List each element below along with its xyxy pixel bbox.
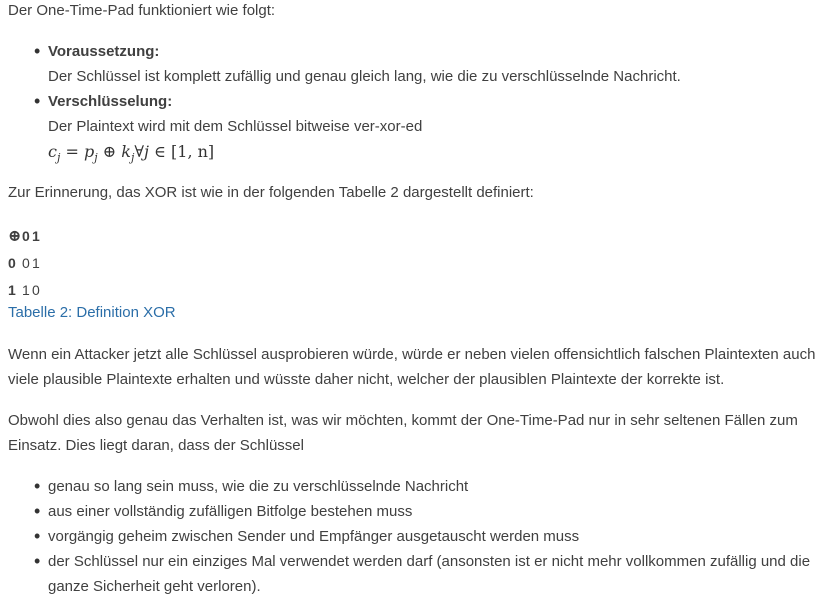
term-label: Verschlüsselung:: [48, 93, 173, 110]
table-cell: 1: [32, 254, 41, 271]
reminder-paragraph: Zur Erinnerung, das XOR ist wie in der f…: [8, 184, 534, 201]
list-item-text: vorgängig geheim zwischen Sender und Emp…: [48, 528, 580, 545]
usage-paragraph: Obwohl dies also genau das Verhalten ist…: [8, 412, 798, 454]
requirements-list: • Voraussetzung: Der Schlüssel ist kompl…: [8, 39, 826, 170]
list-item: • Verschlüsselung: Der Plaintext wird mi…: [8, 89, 826, 170]
bullet-icon: •: [34, 91, 41, 111]
attack-paragraph: Wenn ein Attacker jetzt alle Schlüssel a…: [8, 346, 816, 388]
term-description: Der Plaintext wird mit dem Schlüssel bit…: [48, 118, 423, 135]
list-item: • genau so lang sein muss, wie die zu ve…: [8, 474, 826, 499]
xor-table: ⊕ 0 1 0 0 1 1 1 0: [8, 222, 42, 303]
bullet-icon: •: [34, 501, 41, 521]
intro-paragraph: Der One-Time-Pad funktioniert wie folgt:: [8, 2, 276, 19]
list-item: • Voraussetzung: Der Schlüssel ist kompl…: [8, 39, 826, 89]
key-conditions-list: • genau so lang sein muss, wie die zu ve…: [8, 474, 826, 599]
list-item-text: aus einer vollständig zufälligen Bitfolg…: [48, 503, 413, 520]
table-header-cell: 0: [22, 227, 31, 244]
table-header-row: ⊕ 0 1: [8, 222, 42, 249]
table-row: 1 1 0: [8, 276, 42, 303]
table-row: 0 0 1: [8, 249, 42, 276]
list-item: • der Schlüssel nur ein einziges Mal ver…: [8, 549, 826, 599]
row-label-cell: 1: [8, 281, 16, 298]
bullet-icon: •: [34, 41, 41, 61]
term-description: Der Schlüssel ist komplett zufällig und …: [48, 68, 681, 85]
row-label-cell: 0: [8, 254, 16, 271]
term-label: Voraussetzung:: [48, 43, 160, 60]
list-item: • aus einer vollständig zufälligen Bitfo…: [8, 499, 826, 524]
list-item: • vorgängig geheim zwischen Sender und E…: [8, 524, 826, 549]
table-cell: 0: [32, 281, 41, 298]
table-header-cell: 1: [32, 227, 41, 244]
bullet-icon: •: [34, 551, 41, 571]
bullet-icon: •: [34, 526, 41, 546]
xor-operator-cell: ⊕: [8, 226, 22, 245]
table-cell: 1: [22, 281, 31, 298]
table-caption: Tabelle 2: Definition XOR: [8, 304, 176, 321]
bullet-icon: •: [34, 476, 41, 496]
table-cell: 0: [22, 254, 31, 271]
list-item-text: der Schlüssel nur ein einziges Mal verwe…: [48, 553, 811, 595]
list-item-text: genau so lang sein muss, wie die zu vers…: [48, 478, 469, 495]
encryption-formula: cj = pj ⊕ kj∀j ∈ [1, n]: [48, 142, 215, 164]
